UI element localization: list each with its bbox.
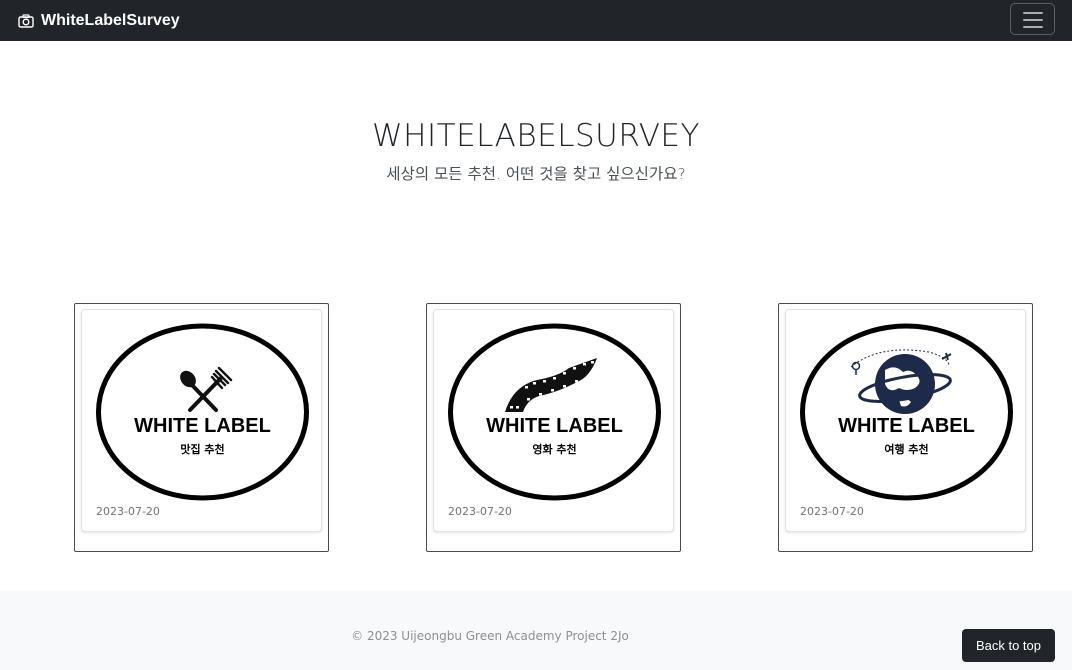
logo-text: WHITE LABEL bbox=[134, 415, 271, 437]
page-subtitle: 세상의 모든 추천. 어떤 것을 찾고 싶으신가요? bbox=[386, 165, 686, 183]
card-date: 2023-07-20 bbox=[448, 505, 512, 518]
logo-text: WHITE LABEL bbox=[838, 415, 975, 437]
card-date: 2023-07-20 bbox=[96, 505, 160, 518]
logo-food: WHITE LABEL 맛집 추천 bbox=[96, 323, 309, 501]
card-frame-food: WHITE LABEL 맛집 추천 2023-07-20 bbox=[74, 303, 329, 552]
camera-icon bbox=[18, 13, 34, 28]
back-to-top-button[interactable]: Back to top bbox=[962, 629, 1055, 662]
footer: © 2023 Uijeongbu Green Academy Project 2… bbox=[0, 591, 1072, 670]
brand-link[interactable]: WhiteLabelSurvey bbox=[18, 0, 180, 41]
logo-text: WHITE LABEL bbox=[486, 415, 623, 437]
card-date: 2023-07-20 bbox=[800, 505, 864, 518]
logo-movie: WHITE LABEL 영화 추천 bbox=[448, 323, 661, 501]
card-frame-travel: WHITE LABEL 여행 추천 2023-07-20 bbox=[778, 303, 1033, 552]
card-movie[interactable]: WHITE LABEL 영화 추천 2023-07-20 bbox=[433, 309, 674, 532]
card-travel[interactable]: WHITE LABEL 여행 추천 2023-07-20 bbox=[785, 309, 1026, 532]
navbar: WhiteLabelSurvey bbox=[0, 0, 1072, 41]
brand-text: WhiteLabelSurvey bbox=[41, 11, 180, 29]
logo-travel: WHITE LABEL 여행 추천 bbox=[800, 323, 1013, 501]
copyright-text: © 2023 Uijeongbu Green Academy Project 2… bbox=[351, 629, 629, 643]
logo-subtext: 여행 추천 bbox=[884, 442, 928, 456]
card-frame-movie: WHITE LABEL 영화 추천 2023-07-20 bbox=[426, 303, 681, 552]
logo-subtext: 영화 추천 bbox=[532, 442, 576, 456]
page-title: WHITELABELSURVEY bbox=[372, 118, 700, 154]
logo-subtext: 맛집 추천 bbox=[180, 442, 224, 456]
card-food[interactable]: WHITE LABEL 맛집 추천 2023-07-20 bbox=[81, 309, 322, 532]
navbar-toggler-button[interactable] bbox=[1010, 3, 1055, 35]
